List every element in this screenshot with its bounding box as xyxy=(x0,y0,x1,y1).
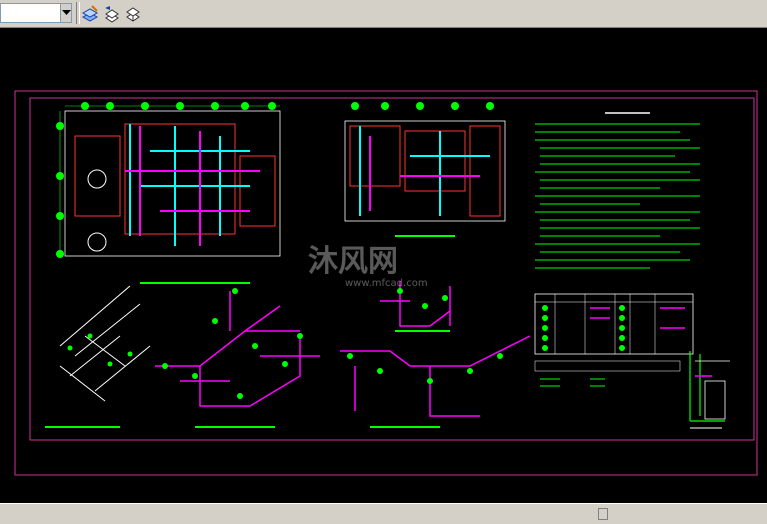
layer-combo-dropdown[interactable] xyxy=(60,3,72,23)
cad-toolbar xyxy=(0,0,767,28)
isometric-diagram-left xyxy=(45,285,151,428)
watermark-url: www.mfcad.com xyxy=(345,278,428,289)
canvas-top-band xyxy=(0,28,767,36)
layer-previous-icon xyxy=(105,6,119,23)
design-notes-block xyxy=(535,112,700,269)
layer-properties-button[interactable] xyxy=(78,2,100,24)
layer-states-button[interactable] xyxy=(121,2,143,24)
watermark-brand: 沐风网 xyxy=(308,244,398,279)
chevron-down-icon xyxy=(62,10,71,15)
watermark: 沐风网 www.mfcad.com xyxy=(308,244,428,289)
legend-table xyxy=(534,293,694,387)
floor-plan-right xyxy=(344,102,506,237)
layer-properties-icon xyxy=(81,5,99,22)
isometric-diagram-middle xyxy=(155,288,320,428)
cad-drawing-canvas[interactable]: 沐风网 www.mfcad.com xyxy=(0,36,767,503)
horizontal-scrollbar[interactable] xyxy=(0,503,767,524)
scrollbar-thumb[interactable] xyxy=(598,508,608,520)
isometric-diagram-right xyxy=(340,281,531,428)
floor-plan-left xyxy=(56,102,281,284)
detail-section xyxy=(689,351,730,429)
layer-previous-button[interactable] xyxy=(99,2,121,24)
layer-states-icon xyxy=(126,7,140,22)
